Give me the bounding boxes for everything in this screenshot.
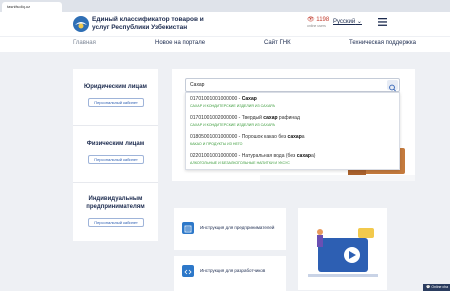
- section-title-line2: предпринимателям: [86, 204, 145, 210]
- result-title: 02201001001000000 - Натуральная вода (бе…: [190, 153, 316, 159]
- personal-cabinet-button[interactable]: Персональный кабинет: [88, 218, 144, 227]
- personal-cabinet-button[interactable]: Персональный кабинет: [88, 155, 144, 164]
- result-category: КАКАО И ПРОДУКТЫ ИЗ НЕГО: [190, 142, 243, 146]
- code-icon: [182, 265, 194, 277]
- section-title: Физическим лицам: [86, 141, 145, 147]
- site-title-line1: Единый классификатор товаров и: [92, 16, 204, 23]
- site-title-line2: услуг Республики Узбекистан: [92, 24, 188, 31]
- language-select[interactable]: Русский ⌄: [333, 18, 362, 25]
- visits-counter: 👁 1198: [307, 17, 330, 23]
- search-value: Сахар: [190, 82, 205, 88]
- hamburger-menu-icon[interactable]: [378, 18, 387, 26]
- entrepreneurs-section: Индивидуальным предпринимателям Персонал…: [73, 183, 158, 241]
- result-category: САХАР И КОНДИТЕРСКИЕ ИЗДЕЛИЯ ИЗ САХАРА: [190, 104, 275, 108]
- result-category: АЛКОГОЛЬНЫЕ И БЕЗАЛКОГОЛЬНЫЕ НАПИТКИ И У…: [190, 161, 290, 165]
- section-title: Юридическим лицам: [84, 84, 147, 90]
- nav-item-home[interactable]: Главная: [73, 40, 96, 46]
- result-title: 01701001001000000 - Сахар: [190, 96, 257, 102]
- left-panel: Юридическим лицам Персональный кабинет Ф…: [73, 69, 158, 241]
- nav-item-support[interactable]: Техническая поддержка: [349, 40, 416, 46]
- search-input[interactable]: Сахар: [185, 78, 400, 92]
- entrepreneurs-instruction-card[interactable]: Инструкция для предпринимателей: [174, 208, 286, 250]
- site-header: Единый классификатор товаров и услуг Рес…: [0, 12, 450, 36]
- visits-label: online users: [307, 24, 326, 28]
- individuals-section: Физическим лицам Персональный кабинет: [73, 126, 158, 183]
- emblem-icon[interactable]: [72, 15, 90, 33]
- nav-item-news[interactable]: Новое на портале: [155, 40, 205, 46]
- legal-entities-section: Юридическим лицам Персональный кабинет: [73, 69, 158, 126]
- main-nav: Главная Новое на портале Сайт ГНК Технич…: [0, 36, 450, 52]
- card-label: Инструкция для разработчиков: [200, 268, 266, 273]
- online-chat-button[interactable]: 💬 Online cha: [423, 284, 450, 291]
- video-tutorial-illustration: [298, 208, 387, 290]
- result-title: 01701001002000000 - Твердый сахар рафина…: [190, 115, 300, 121]
- card-label: Инструкция для предпринимателей: [200, 225, 275, 230]
- result-category: САХАР И КОНДИТЕРСКИЕ ИЗДЕЛИЯ ИЗ САХАРА: [190, 123, 275, 127]
- browser-tab[interactable]: tasnifsoliq.uz: [2, 2, 62, 12]
- document-icon: [182, 222, 194, 234]
- result-title: 01805001001000000 - Порошок какао без са…: [190, 134, 305, 140]
- nav-item-tax-site[interactable]: Сайт ГНК: [264, 40, 291, 46]
- search-button[interactable]: [387, 80, 398, 92]
- section-title-line1: Индивидуальным: [88, 196, 143, 202]
- developers-instruction-card[interactable]: Инструкция для разработчиков: [174, 256, 286, 291]
- search-results-dropdown: 01701001001000000 - Сахар САХАР И КОНДИТ…: [185, 92, 400, 170]
- browser-tabstrip: tasnifsoliq.uz: [0, 0, 450, 12]
- personal-cabinet-button[interactable]: Персональный кабинет: [88, 98, 144, 107]
